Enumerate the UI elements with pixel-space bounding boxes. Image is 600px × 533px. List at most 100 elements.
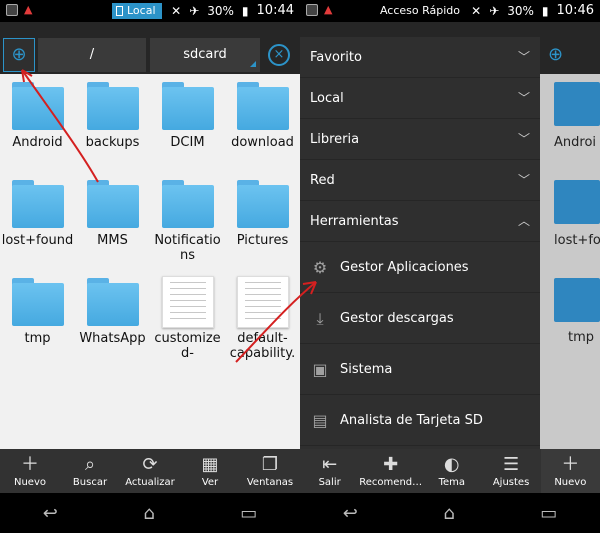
folder-icon <box>87 180 139 228</box>
settings-icon: ☰ <box>502 454 520 475</box>
file-item[interactable]: tmp <box>0 276 75 366</box>
recents-icon[interactable]: ▭ <box>540 503 557 524</box>
section-herramientas[interactable]: Herramientas ︿ <box>300 201 540 242</box>
file-name: Androi <box>554 135 597 150</box>
status-bar: ▲ Local ✕ ✈ 30% ▮ 10:44 <box>0 0 300 22</box>
new-button[interactable]: ＋ Nuevo <box>540 449 600 493</box>
home-icon[interactable]: ⌂ <box>443 503 454 524</box>
file-name: customize d- <box>154 331 221 361</box>
dimmed-file-view[interactable]: ⊕ Androi lost+fou tmp <box>540 22 600 449</box>
back-icon[interactable]: ↩ <box>43 503 58 524</box>
file-item[interactable]: download <box>225 80 300 170</box>
theme-icon: ◐ <box>443 454 460 475</box>
exit-label: Salir <box>318 477 341 488</box>
file-item[interactable]: default- capability. <box>225 276 300 366</box>
section-libreria[interactable]: Libreria ﹀ <box>300 119 540 160</box>
file-name: Android <box>12 135 63 150</box>
download-icon: ⤓ <box>316 309 324 328</box>
status-bar: ▲ Acceso Rápido ✕ ✈ 30% ▮ 10:46 <box>300 0 600 22</box>
new-button[interactable]: ＋ Nuevo <box>0 449 60 493</box>
breadcrumb-sdcard[interactable]: sdcard <box>150 38 260 72</box>
recommend-button[interactable]: ✚ Recomend… <box>359 449 422 493</box>
dimmed-toolbar: ⊕ <box>540 22 600 74</box>
view-label: Ver <box>201 477 219 488</box>
image-notification-icon <box>6 4 18 16</box>
file-item[interactable]: Android <box>0 80 75 170</box>
search-label: Buscar <box>72 477 108 488</box>
chevron-up-icon: ︿ <box>517 214 530 228</box>
drawer-header <box>300 22 540 37</box>
windows-icon: ❐ <box>261 454 279 475</box>
folder-icon <box>237 180 289 228</box>
search-button[interactable]: ⌕ Buscar <box>60 449 120 493</box>
settings-button[interactable]: ☰ Ajustes <box>481 449 540 493</box>
file-name: DCIM <box>170 135 205 150</box>
chip-label: Local <box>127 4 156 17</box>
section-red[interactable]: Red ﹀ <box>300 160 540 201</box>
file-item[interactable]: MMS <box>75 178 150 268</box>
file-item[interactable]: Notificatio ns <box>150 178 225 268</box>
view-button[interactable]: ▦ Ver <box>180 449 240 493</box>
section-favorito[interactable]: Favorito ﹀ <box>300 37 540 78</box>
battery-percent: 30% <box>207 3 234 18</box>
chevron-down-icon: ﹀ <box>517 132 530 146</box>
section-label: Local <box>310 91 344 106</box>
gift-icon: ✚ <box>383 454 399 475</box>
file-name: MMS <box>97 233 128 248</box>
document-icon <box>237 276 289 328</box>
chevron-down-icon: ﹀ <box>517 173 530 187</box>
exit-button[interactable]: ⇤ Salir <box>300 449 359 493</box>
back-icon[interactable]: ↩ <box>343 503 358 524</box>
file-name: tmp <box>24 331 51 346</box>
section-label: Red <box>310 173 335 188</box>
file-item[interactable]: customize d- <box>150 276 225 366</box>
plus-icon: ＋ <box>21 454 39 475</box>
file-name: tmp <box>568 330 595 345</box>
theme-button[interactable]: ◐ Tema <box>422 449 481 493</box>
quick-access-drawer: Favorito ﹀ Local ﹀ Libreria ﹀ Red ﹀ Herramie… <box>300 37 540 449</box>
file-item[interactable]: backups <box>75 80 150 170</box>
folder-icon <box>12 82 64 130</box>
file-name: Notificatio ns <box>154 233 221 263</box>
refresh-label: Actualizar <box>125 477 175 488</box>
path-toolbar: ⊕ / sdcard × <box>0 22 300 74</box>
local-window-chip[interactable]: Local <box>112 3 162 19</box>
section-label: Herramientas <box>310 214 399 229</box>
recents-icon[interactable]: ▭ <box>240 503 257 524</box>
quick-access-button[interactable]: ⊕ <box>3 38 35 72</box>
theme-label: Tema <box>438 477 465 488</box>
folder-icon <box>12 180 64 228</box>
tool-label: Sistema <box>340 362 393 377</box>
tool-gestor-aplicaciones[interactable]: ⚙ Gestor Aplicaciones <box>300 242 540 293</box>
file-item[interactable]: WhatsApp <box>75 276 150 366</box>
close-icon[interactable]: × <box>268 44 290 66</box>
file-name: lost+found <box>1 233 74 248</box>
grid-icon: ▦ <box>201 454 219 475</box>
right-screen: ▲ Acceso Rápido ✕ ✈ 30% ▮ 10:46 Favorito… <box>300 0 600 533</box>
left-screen: ▲ Local ✕ ✈ 30% ▮ 10:44 ⊕ / sdcard × And… <box>0 0 300 533</box>
home-icon[interactable]: ⌂ <box>143 503 154 524</box>
folder-icon <box>554 278 600 322</box>
file-item[interactable]: Pictures <box>225 178 300 268</box>
document-icon <box>162 276 214 328</box>
section-local[interactable]: Local ﹀ <box>300 78 540 119</box>
folder-icon <box>162 180 214 228</box>
folder-icon <box>237 82 289 130</box>
tool-analista-sd[interactable]: ▤ Analista de Tarjeta SD <box>300 395 540 446</box>
breadcrumb-root[interactable]: / <box>38 38 146 72</box>
folder-icon <box>87 82 139 130</box>
file-item[interactable]: lost+found <box>0 178 75 268</box>
globe-phone-icon: ⊕ <box>548 44 564 65</box>
mute-icon: ✕ <box>471 3 482 18</box>
section-label: Libreria <box>310 132 360 147</box>
refresh-button[interactable]: ⟳ Actualizar <box>120 449 180 493</box>
tool-gestor-descargas[interactable]: ⤓ Gestor descargas <box>300 293 540 344</box>
settings-label: Ajustes <box>492 477 530 488</box>
file-item[interactable]: DCIM <box>150 80 225 170</box>
windows-button[interactable]: ❐ Ventanas <box>240 449 300 493</box>
folder-icon <box>162 82 214 130</box>
android-nav-bar: ↩ ⌂ ▭ <box>0 493 300 533</box>
tool-sistema[interactable]: ▣ Sistema <box>300 344 540 395</box>
file-name: backups <box>85 135 140 150</box>
file-name: lost+fou <box>554 233 600 248</box>
